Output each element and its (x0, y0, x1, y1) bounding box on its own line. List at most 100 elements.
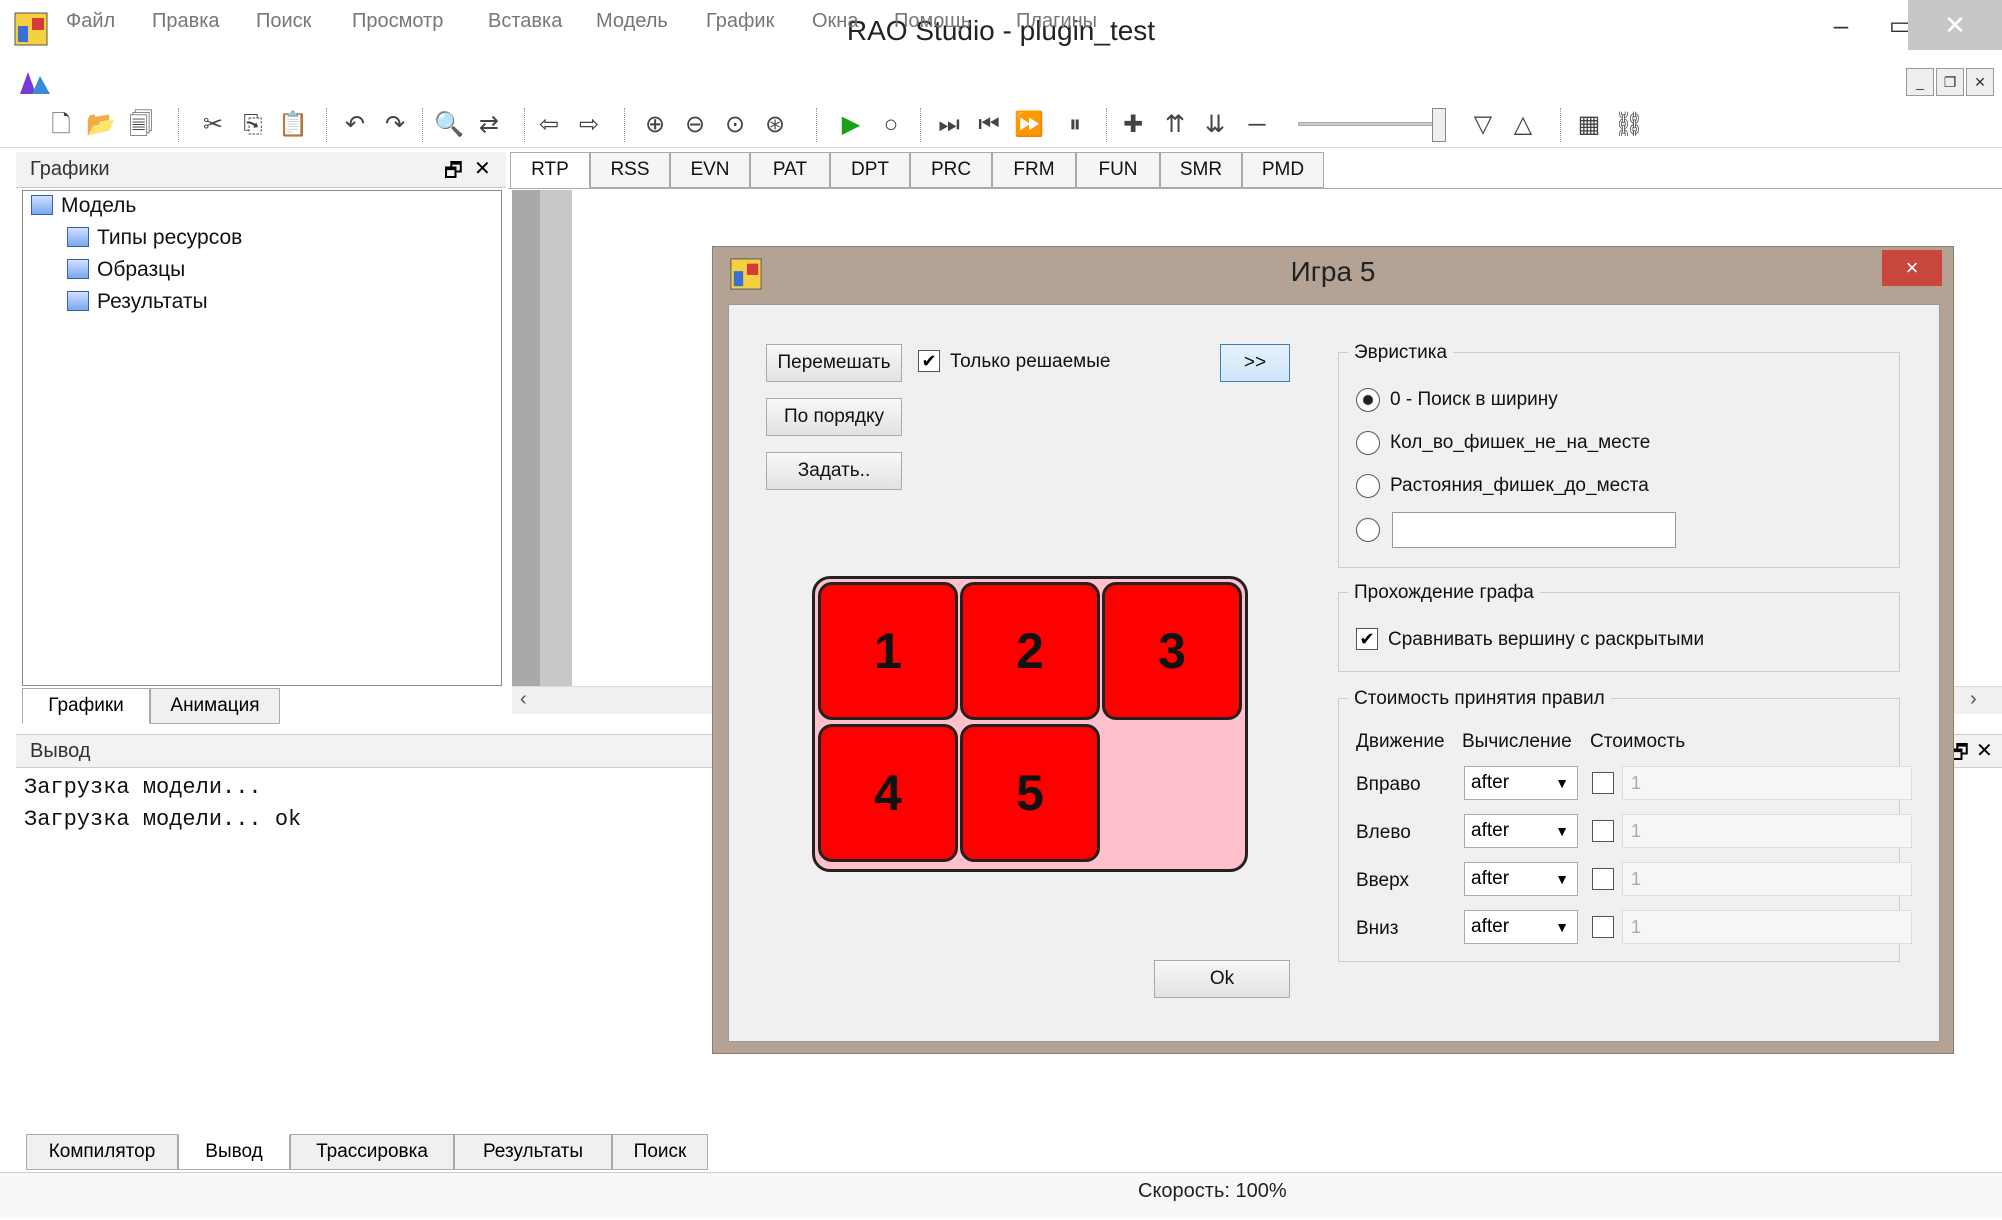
tab-results[interactable]: Результаты (454, 1134, 612, 1170)
cost-input[interactable]: 1 (1622, 862, 1912, 896)
menu-chart[interactable]: График (706, 6, 774, 36)
cost-input[interactable]: 1 (1622, 910, 1912, 944)
plus-icon[interactable]: ✚ (1116, 108, 1150, 142)
ok-button[interactable]: Ok (1154, 960, 1290, 998)
speed-down-icon[interactable]: ⇊ (1198, 108, 1232, 142)
save-all-icon[interactable]: 🗐 (124, 108, 158, 142)
menu-view[interactable]: Просмотр (352, 6, 443, 36)
calculator-icon[interactable]: ▦ (1572, 108, 1606, 142)
pause-icon[interactable]: ⏸ (1058, 108, 1092, 142)
tile-3[interactable]: 3 (1102, 582, 1242, 720)
tab-compiler[interactable]: Компилятор (26, 1134, 178, 1170)
forward-icon[interactable]: ⇨ (572, 108, 606, 142)
cost-checkbox[interactable] (1592, 772, 1614, 794)
minus-icon[interactable]: ─ (1240, 108, 1274, 142)
run-icon[interactable]: ▶ (834, 108, 868, 142)
speed-slider-handle[interactable] (1432, 108, 1446, 142)
set-button[interactable]: Задать.. (766, 452, 902, 490)
tab-prc[interactable]: PRC (910, 152, 992, 188)
tab-pmd[interactable]: PMD (1242, 152, 1324, 188)
open-folder-icon[interactable]: 📂 (84, 108, 118, 142)
heuristic-radio-1[interactable] (1356, 431, 1380, 455)
cost-checkbox[interactable] (1592, 868, 1614, 890)
menu-edit[interactable]: Правка (152, 6, 220, 36)
tile-4[interactable]: 4 (818, 724, 958, 862)
copy-icon[interactable]: ⎘ (236, 108, 270, 142)
zoom-out-icon[interactable]: ⊖ (678, 108, 712, 142)
tab-fun[interactable]: FUN (1076, 152, 1160, 188)
tab-rtp[interactable]: RTP (510, 152, 590, 188)
step-back-icon[interactable]: ⏮ (972, 108, 1006, 142)
menu-model[interactable]: Модель (596, 6, 668, 36)
stop-icon[interactable]: ○ (874, 108, 908, 142)
zoom-in-icon[interactable]: ⊕ (638, 108, 672, 142)
undo-icon[interactable]: ↶ (338, 108, 372, 142)
compare-expanded-checkbox[interactable]: ✔ (1356, 628, 1378, 650)
speed-up-icon[interactable]: ⇈ (1158, 108, 1192, 142)
step-icon[interactable]: ⏭ (932, 108, 966, 142)
scroll-right-icon[interactable]: › (1970, 688, 1977, 711)
menu-insert[interactable]: Вставка (488, 6, 562, 36)
menu-file[interactable]: Файл (66, 6, 115, 36)
network-icon[interactable]: ⛓ (1612, 108, 1646, 142)
tree-item-results[interactable]: Результаты (23, 287, 501, 317)
heuristic-radio-custom[interactable] (1356, 518, 1380, 542)
tile-1[interactable]: 1 (818, 582, 958, 720)
menu-help[interactable]: Помощь (894, 6, 971, 36)
tile-5[interactable]: 5 (960, 724, 1100, 862)
tab-evn[interactable]: EVN (670, 152, 750, 188)
calc-select[interactable]: after ▼ (1464, 910, 1578, 944)
in-order-button[interactable]: По порядку (766, 398, 902, 436)
menu-windows[interactable]: Окна (812, 6, 858, 36)
calc-select[interactable]: after ▼ (1464, 766, 1578, 800)
tree-item-samples[interactable]: Образцы (23, 255, 501, 285)
new-file-icon[interactable]: 🗋 (44, 108, 78, 142)
fast-forward-icon[interactable]: ⏩ (1012, 108, 1046, 142)
tab-output[interactable]: Вывод (178, 1134, 290, 1170)
heuristic-radio-2[interactable] (1356, 474, 1380, 498)
tab-rss[interactable]: RSS (590, 152, 670, 188)
tab-animation[interactable]: Анимация (150, 688, 280, 724)
speed-slider-track[interactable] (1298, 122, 1444, 126)
tree-item-resource-types[interactable]: Типы ресурсов (23, 223, 501, 253)
tab-pat[interactable]: PAT (750, 152, 830, 188)
mdi-minimize-button[interactable]: _ (1906, 68, 1934, 96)
paste-icon[interactable]: 📋 (276, 108, 310, 142)
find-icon[interactable]: 🔍 (432, 108, 466, 142)
calc-select[interactable]: after ▼ (1464, 862, 1578, 896)
mdi-close-button[interactable]: ✕ (1966, 68, 1994, 96)
zoom-fit-icon[interactable]: ⊛ (758, 108, 792, 142)
window-close-button[interactable]: ✕ (1908, 0, 2002, 50)
close-panel-icon[interactable]: ✕ (474, 156, 491, 181)
triangle-down-icon[interactable]: ▽ (1466, 108, 1500, 142)
cost-checkbox[interactable] (1592, 820, 1614, 842)
zoom-reset-icon[interactable]: ⊙ (718, 108, 752, 142)
scroll-left-icon[interactable]: ‹ (520, 688, 527, 711)
tab-dpt[interactable]: DPT (830, 152, 910, 188)
mdi-restore-button[interactable]: ❐ (1936, 68, 1964, 96)
cost-checkbox[interactable] (1592, 916, 1614, 938)
tab-search[interactable]: Поиск (612, 1134, 708, 1170)
tile-2[interactable]: 2 (960, 582, 1100, 720)
menu-search[interactable]: Поиск (256, 6, 311, 36)
tab-trace[interactable]: Трассировка (290, 1134, 454, 1170)
calc-select[interactable]: after ▼ (1464, 814, 1578, 848)
shuffle-button[interactable]: Перемешать (766, 344, 902, 382)
next-step-button[interactable]: >> (1220, 344, 1290, 382)
minimize-button[interactable]: – (1810, 0, 1872, 50)
tab-smr[interactable]: SMR (1160, 152, 1242, 188)
redo-icon[interactable]: ↷ (378, 108, 412, 142)
dialog-close-button[interactable]: × (1882, 250, 1942, 286)
back-icon[interactable]: ⇦ (532, 108, 566, 142)
close-output-icon[interactable]: ✕ (1976, 738, 1993, 763)
cut-icon[interactable]: ✂ (196, 108, 230, 142)
solvable-only-checkbox[interactable]: ✔ (918, 350, 940, 372)
menu-plugins[interactable]: Плагины (1016, 6, 1097, 36)
heuristic-radio-0[interactable] (1356, 388, 1380, 412)
cost-input[interactable]: 1 (1622, 766, 1912, 800)
triangle-up-icon[interactable]: △ (1506, 108, 1540, 142)
float-panel-icon[interactable]: 🗗 (444, 156, 463, 190)
tab-frm[interactable]: FRM (992, 152, 1076, 188)
cost-input[interactable]: 1 (1622, 814, 1912, 848)
replace-icon[interactable]: ⇄ (472, 108, 506, 142)
